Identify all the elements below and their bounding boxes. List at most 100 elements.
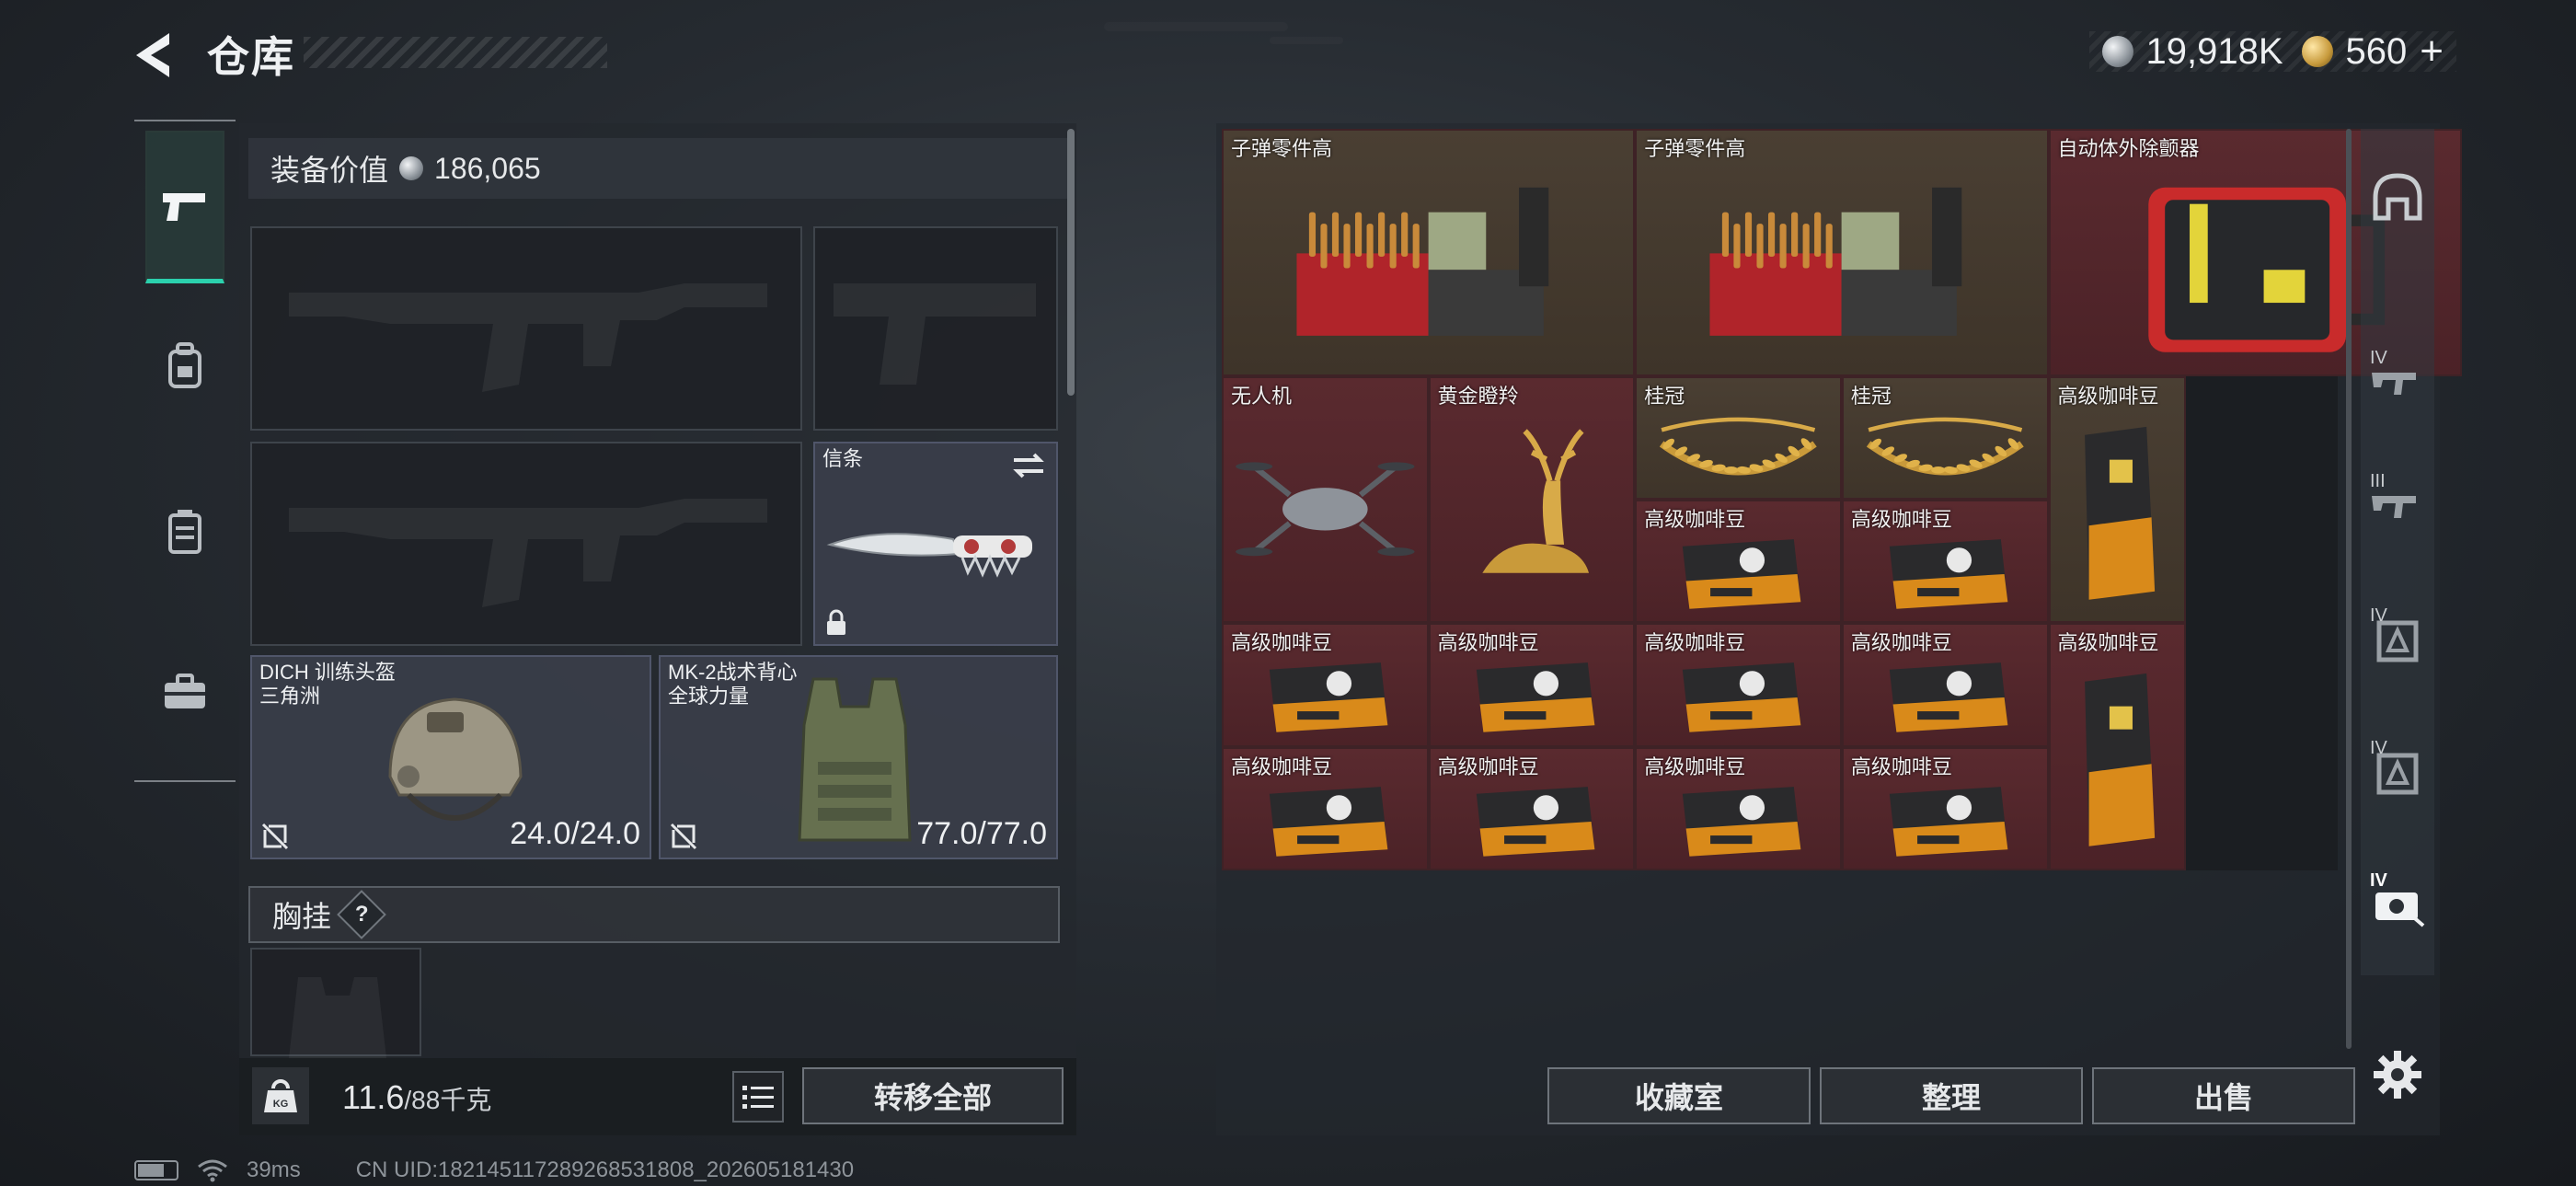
stash-item-coffee[interactable]: 高级咖啡豆 xyxy=(1222,623,1429,747)
nav-tab-backpack[interactable] xyxy=(145,318,224,414)
stash-item-label: 高级咖啡豆 xyxy=(1644,631,1746,655)
secondary-weapon-slot[interactable] xyxy=(250,442,802,646)
armor-info: MK-2战术背心 全球力量 xyxy=(668,661,798,708)
stash-item-laurel[interactable]: 桂冠 xyxy=(1841,375,2049,500)
stash-item-coffee[interactable]: 高级咖啡豆 xyxy=(1841,623,2049,747)
chest-rig-label: 胸挂 xyxy=(272,900,332,933)
drone-icon xyxy=(1224,378,1427,622)
primary-weapon-slot[interactable] xyxy=(250,226,802,431)
nav-tab-container[interactable] xyxy=(145,484,224,580)
side-tab-4-tier: IV xyxy=(2370,738,2387,758)
stash-item-coffee[interactable]: 高级咖啡豆 xyxy=(1222,746,1429,870)
organize-button[interactable]: 整理 xyxy=(1820,1067,2083,1124)
stash-item-laurel[interactable]: 桂冠 xyxy=(1635,375,1842,500)
side-tab-3-tier: IV xyxy=(2370,605,2387,626)
knife-icon xyxy=(826,533,1032,578)
help-icon[interactable]: ? xyxy=(337,890,386,939)
stash-item-coffee[interactable]: 高级咖啡豆 xyxy=(1841,746,2049,870)
helmet-slot[interactable]: DICH 训练头盔 三角洲 24.0/24.0 xyxy=(250,655,651,859)
battery-icon xyxy=(134,1160,178,1180)
stash-grid: 子弹零件高 子弹零件高 自动体外除颤器 无人机 黄金瞪羚 桂冠 桂冠 高级咖啡豆 高级咖啡豆 高级… xyxy=(1222,129,2462,870)
stash-item-coffee[interactable]: 高级咖啡豆 xyxy=(1635,623,1842,747)
chest-rig-slot[interactable] xyxy=(250,948,421,1058)
lock-icon xyxy=(827,609,845,635)
stash-item-label: 高级咖啡豆 xyxy=(1231,631,1333,655)
nav-tab-weapons[interactable] xyxy=(145,131,224,283)
stash-item-coffee[interactable]: 高级咖啡豆 xyxy=(1428,623,1636,747)
rifle-silhouette-icon xyxy=(289,283,767,392)
side-tab-4[interactable]: IV xyxy=(2361,721,2434,823)
armor-subtitle: 全球力量 xyxy=(668,685,750,708)
stash-item-label: 高级咖啡豆 xyxy=(1231,754,1333,778)
page-title: 仓库 xyxy=(207,33,295,81)
stash-item-coffee[interactable]: 高级咖啡豆 xyxy=(1841,500,2049,624)
list-icon xyxy=(742,1086,774,1109)
melee-slot[interactable]: 信条 xyxy=(813,442,1058,646)
side-tab-5-tier: IV xyxy=(2370,870,2387,891)
currency-silver[interactable]: 19,918K xyxy=(2101,30,2283,73)
rifle-icon xyxy=(2372,373,2416,395)
stash-item-label: 高级咖啡豆 xyxy=(2057,631,2159,655)
helmet-durability: 24.0/24.0 xyxy=(510,816,640,851)
stash-item-label: 高级咖啡豆 xyxy=(1644,754,1746,778)
nav-tab-toolbox[interactable] xyxy=(145,644,224,740)
rifle-icon xyxy=(2372,496,2416,518)
currency-silver-value: 19,918K xyxy=(2145,30,2283,72)
side-tab-helmet[interactable] xyxy=(2361,147,2434,248)
currency-gold[interactable]: 560 + xyxy=(2301,29,2444,75)
weight-max: /88千克 xyxy=(404,1086,492,1114)
equipment-value: 186,065 xyxy=(434,151,541,185)
stash-item-coffee[interactable]: 高级咖啡豆 xyxy=(1635,500,1842,624)
gold-coin-icon xyxy=(2301,36,2333,67)
stash-item-label: 高级咖啡豆 xyxy=(1644,508,1746,531)
back-button[interactable] xyxy=(129,28,186,83)
equipment-value-header: 装备价值 186,065 xyxy=(248,138,1067,199)
list-view-button[interactable] xyxy=(732,1071,784,1123)
sell-button[interactable]: 出售 xyxy=(2092,1067,2355,1124)
armor-name: MK-2战术背心 xyxy=(668,661,798,684)
silver-coin-icon xyxy=(2101,36,2133,67)
transfer-all-button[interactable]: 转移全部 xyxy=(802,1067,1064,1124)
status-bar: 39ms CN UID:18214511728926853180​8_20260… xyxy=(134,1157,854,1183)
stash-item-label: 高级咖啡豆 xyxy=(2057,384,2159,408)
rifle-silhouette-icon xyxy=(289,499,767,607)
stash-item-label: 高级咖啡豆 xyxy=(1850,754,1952,778)
stash-item-ammo[interactable]: 子弹零件高 xyxy=(1222,129,1636,376)
side-tab-2[interactable]: III xyxy=(2361,455,2434,556)
stash-scrollbar[interactable] xyxy=(2346,129,2352,1049)
stash-item-coffee-tall[interactable]: 高级咖啡豆 xyxy=(2048,623,2187,870)
ping-value: 39ms xyxy=(247,1157,301,1182)
stash-item-coffee[interactable]: 高级咖啡豆 xyxy=(1635,746,1842,870)
collection-room-button[interactable]: 收藏室 xyxy=(1547,1067,1811,1124)
stash-item-coffee[interactable]: 高级咖啡豆 xyxy=(1428,746,1636,870)
settings-button[interactable] xyxy=(2370,1047,2425,1102)
stash-item-ammo[interactable]: 子弹零件高 xyxy=(1635,129,2049,376)
title-stripe-decoration xyxy=(304,37,607,68)
weight-display: 11.6/88千克 xyxy=(342,1078,491,1117)
gazelle-icon xyxy=(1431,378,1634,622)
stash-item-label: 黄金瞪羚 xyxy=(1437,384,1519,408)
stash-item-drone[interactable]: 无人机 xyxy=(1222,375,1429,624)
armor-vest-icon xyxy=(798,677,912,842)
sidearm-slot[interactable] xyxy=(813,226,1058,431)
stash-item-label: 桂冠 xyxy=(1644,384,1685,408)
side-tab-1[interactable]: IV xyxy=(2361,331,2434,432)
stash-item-label: 高级咖啡豆 xyxy=(1850,508,1952,531)
wifi-icon xyxy=(198,1159,227,1182)
swap-icon[interactable] xyxy=(1010,451,1047,480)
weight-unit-text: KG xyxy=(273,1099,289,1110)
silver-coin-icon xyxy=(399,156,424,180)
coffee-tall-icon xyxy=(2051,378,2185,622)
coffee-tall-icon xyxy=(2051,625,2185,869)
armor-slot[interactable]: MK-2战术背心 全球力量 77.0/77.0 xyxy=(659,655,1058,859)
stash-item-gazelle[interactable]: 黄金瞪羚 xyxy=(1428,375,1636,624)
side-tab-5[interactable]: IV xyxy=(2361,854,2434,955)
add-currency-icon[interactable]: + xyxy=(2420,29,2444,75)
side-tab-1-tier: IV xyxy=(2370,348,2387,368)
stash-item-label: 高级咖啡豆 xyxy=(1850,631,1952,655)
back-arrow-icon xyxy=(136,33,169,77)
side-tab-3[interactable]: IV xyxy=(2361,589,2434,690)
stash-item-coffee-tall[interactable]: 高级咖啡豆 xyxy=(2048,375,2187,624)
equipment-scrollbar[interactable] xyxy=(1067,129,1075,396)
stash-item-label: 子弹零件高 xyxy=(1231,137,1333,160)
